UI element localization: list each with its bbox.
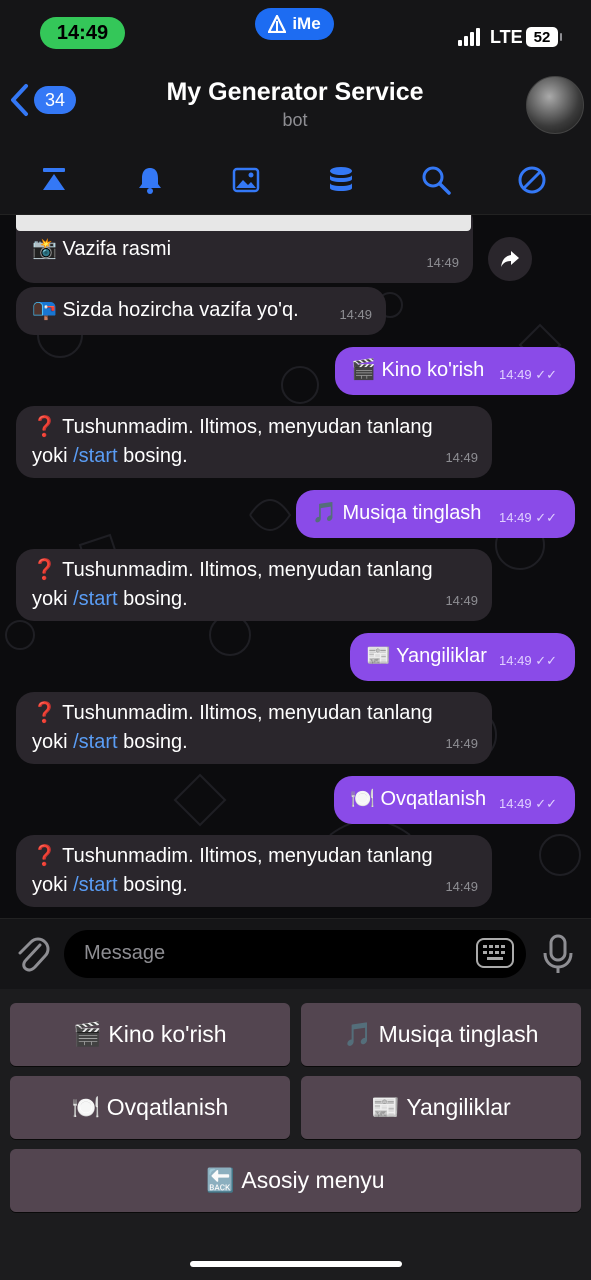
keyboard-button-ovqatlanish[interactable]: 🍽️ Ovqatlanish: [10, 1076, 290, 1139]
gallery-icon[interactable]: [226, 160, 266, 200]
ime-label: iMe: [292, 14, 321, 33]
paperclip-icon: [18, 937, 50, 972]
message-outgoing[interactable]: 🍽️ Ovqatlanish 14:49 ✓✓: [334, 776, 575, 824]
ime-indicator[interactable]: iMe: [255, 8, 334, 40]
status-time: 14:49: [40, 17, 125, 49]
unread-count-badge: 34: [34, 86, 76, 114]
chevron-left-icon: [11, 84, 28, 116]
message-time: 14:49: [445, 736, 478, 751]
message-text: 🎬 Kino ko'rish: [351, 359, 485, 381]
start-command-link[interactable]: /start: [73, 731, 117, 753]
message-incoming[interactable]: ❓ Tushunmadim. Iltimos, menyudan tanlang…: [16, 692, 492, 764]
message-text: 📰 Yangiliklar: [366, 645, 487, 667]
signal-icon: [458, 28, 480, 46]
database-icon[interactable]: [321, 160, 361, 200]
message-text: 📸 Vazifa rasmi: [32, 238, 172, 260]
battery-level: 52: [533, 28, 551, 46]
bell-icon[interactable]: [130, 160, 170, 200]
chat-subtitle: bot: [282, 110, 308, 130]
message-incoming[interactable]: ❓ Tushunmadim. Iltimos, menyudan tanlang…: [16, 549, 492, 621]
message-time: 14:49: [339, 307, 372, 322]
message-text: 🎵 Musiqa tinglash: [312, 502, 482, 524]
back-button[interactable]: 34: [8, 82, 76, 118]
search-icon[interactable]: [416, 160, 456, 200]
network-type: LTE: [490, 27, 523, 47]
chat-header: 34 My Generator Service bot: [0, 62, 591, 150]
block-icon[interactable]: [512, 160, 552, 200]
status-bar: 14:49 iMe LTE 52: [0, 0, 591, 62]
ime-logo-icon: [268, 15, 287, 33]
message-outgoing[interactable]: 🎬 Kino ko'rish 14:49 ✓✓: [335, 347, 575, 395]
message-time: 14:49 ✓✓: [499, 367, 557, 382]
message-time: 14:49: [445, 593, 478, 608]
message-text: ❓ Tushunmadim. Iltimos, menyudan tanlang…: [32, 559, 433, 610]
attach-button[interactable]: [14, 933, 50, 978]
message-time: 14:49 ✓✓: [499, 510, 557, 525]
microphone-icon: [543, 934, 573, 973]
start-command-link[interactable]: /start: [73, 445, 117, 467]
keyboard-button-asosiy-menyu[interactable]: 🔙 Asosiy menyu: [10, 1149, 581, 1212]
keyboard-button-yangiliklar[interactable]: 📰 Yangiliklar: [301, 1076, 581, 1139]
microphone-button[interactable]: [540, 933, 576, 980]
message-time: 14:49 ✓✓: [499, 796, 557, 811]
share-arrow-icon: [501, 251, 519, 267]
chat-title[interactable]: My Generator Service: [120, 78, 470, 107]
message-time: 14:49: [445, 879, 478, 894]
keyboard-button-musiqa[interactable]: 🎵 Musiqa tinglash: [301, 1003, 581, 1066]
message-time: 14:49 ✓✓: [499, 653, 557, 668]
keyboard-button-kino[interactable]: 🎬 Kino ko'rish: [10, 1003, 290, 1066]
message-text: 🍽️ Ovqatlanish: [350, 788, 487, 810]
message-incoming[interactable]: 📭 Sizda hozircha vazifa yo'q. 14:49: [16, 287, 386, 335]
message-input[interactable]: Message: [64, 930, 526, 978]
message-incoming[interactable]: ❓ Tushunmadim. Iltimos, menyudan tanlang…: [16, 835, 492, 907]
message-list[interactable]: 📸 Vazifa rasmi 14:49 📭 Sizda hozircha va…: [0, 215, 591, 918]
bot-reply-keyboard: 🎬 Kino ko'rish 🎵 Musiqa tinglash 🍽️ Ovqa…: [0, 989, 591, 1280]
message-text: ❓ Tushunmadim. Iltimos, menyudan tanlang…: [32, 702, 433, 753]
battery-icon: 52: [526, 27, 562, 47]
composer-bar: Message: [0, 918, 591, 989]
pin-icon[interactable]: [34, 160, 74, 200]
message-time: 14:49: [426, 255, 459, 270]
message-text: ❓ Tushunmadim. Iltimos, menyudan tanlang…: [32, 845, 433, 896]
message-outgoing[interactable]: 🎵 Musiqa tinglash 14:49 ✓✓: [296, 490, 575, 538]
home-indicator[interactable]: [190, 1261, 402, 1267]
message-photo-caption[interactable]: 📸 Vazifa rasmi 14:49: [16, 215, 473, 283]
photo-preview[interactable]: [16, 215, 471, 231]
bot-avatar[interactable]: [526, 76, 584, 134]
start-command-link[interactable]: /start: [73, 588, 117, 610]
share-button[interactable]: [488, 237, 532, 281]
message-placeholder: Message: [84, 942, 166, 964]
message-text: 📭 Sizda hozircha vazifa yo'q.: [32, 299, 299, 321]
message-time: 14:49: [445, 450, 478, 465]
chat-toolbar: [0, 150, 591, 215]
message-outgoing[interactable]: 📰 Yangiliklar 14:49 ✓✓: [350, 633, 575, 681]
keyboard-toggle-icon[interactable]: [476, 938, 514, 968]
start-command-link[interactable]: /start: [73, 874, 117, 896]
message-incoming[interactable]: ❓ Tushunmadim. Iltimos, menyudan tanlang…: [16, 406, 492, 478]
message-text: ❓ Tushunmadim. Iltimos, menyudan tanlang…: [32, 416, 433, 467]
